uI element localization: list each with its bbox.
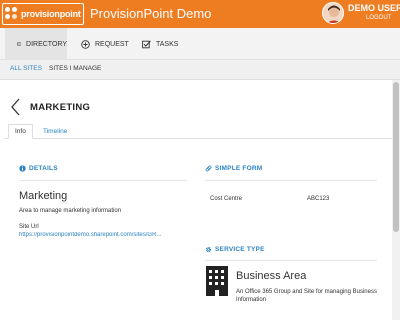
- page-title: MARKETING: [30, 102, 91, 113]
- simple-form-heading: SIMPLE FORM: [205, 165, 262, 172]
- tab-request[interactable]: REQUEST: [81, 28, 129, 60]
- link-icon: [205, 165, 212, 172]
- cost-centre-label: Cost Centre: [210, 196, 243, 202]
- provisionpoint-logo[interactable]: provisionpoint: [2, 3, 84, 25]
- plus-circle-icon: [81, 39, 90, 49]
- logout-link[interactable]: LOGOUT: [366, 15, 391, 21]
- site-name: Marketing: [19, 190, 68, 202]
- tab-directory-label: DIRECTORY: [26, 40, 67, 48]
- scrollbar-thumb[interactable]: [393, 82, 399, 232]
- tab-tasks[interactable]: TASKS: [142, 28, 178, 60]
- service-type-heading-label: SERVICE TYPE: [215, 246, 265, 253]
- tabs-divider: [5, 138, 395, 139]
- service-type-title: Business Area: [236, 270, 307, 282]
- subnav-sites-i-manage[interactable]: SITES I MANAGE: [49, 65, 101, 72]
- details-divider: [19, 180, 187, 181]
- list-icon: [17, 42, 22, 46]
- details-heading: DETAILS: [19, 165, 58, 172]
- content-scrollbar[interactable]: [392, 80, 400, 320]
- simple-form-divider: [205, 180, 377, 181]
- details-heading-label: DETAILS: [29, 165, 58, 172]
- user-name: DEMO USER: [348, 3, 400, 13]
- tab-directory[interactable]: DIRECTORY: [5, 28, 67, 60]
- chevron-left-icon: [11, 98, 20, 116]
- tab-tasks-label: TASKS: [156, 40, 179, 48]
- back-button[interactable]: [10, 98, 22, 121]
- user-avatar[interactable]: [322, 2, 344, 24]
- gear-icon: [205, 246, 212, 253]
- user-avatar-icon: [323, 3, 343, 23]
- simple-form-heading-label: SIMPLE FORM: [215, 165, 263, 172]
- app-header: provisionpoint ProvisionPoint Demo DEMO …: [0, 0, 400, 28]
- app-title: ProvisionPoint Demo: [90, 6, 212, 21]
- tab-timeline[interactable]: Timeline: [43, 128, 67, 135]
- site-description: Area to manage marketing information: [19, 208, 122, 214]
- service-type-heading: SERVICE TYPE: [205, 246, 265, 253]
- building-icon: [206, 266, 228, 296]
- service-type-description: An Office 365 Group and Site for managin…: [236, 289, 377, 303]
- logo-mark-icon: [5, 7, 19, 21]
- sub-nav: ALL SITES SITES I MANAGE: [0, 60, 400, 80]
- site-url-label: Site Url: [19, 224, 39, 230]
- site-url-link[interactable]: https://provisionpointdemo.sharepoint.co…: [19, 232, 187, 238]
- tab-request-label: REQUEST: [95, 40, 129, 48]
- cost-centre-value: ABC123: [307, 196, 330, 202]
- checkbox-icon: [142, 40, 151, 48]
- subnav-all-sites[interactable]: ALL SITES: [10, 65, 42, 72]
- main-nav: DIRECTORY REQUEST TASKS: [0, 28, 400, 60]
- info-icon: [19, 165, 26, 172]
- service-type-divider: [205, 260, 377, 261]
- logo-text: provisionpoint: [21, 9, 81, 19]
- tab-info[interactable]: Info: [8, 124, 33, 139]
